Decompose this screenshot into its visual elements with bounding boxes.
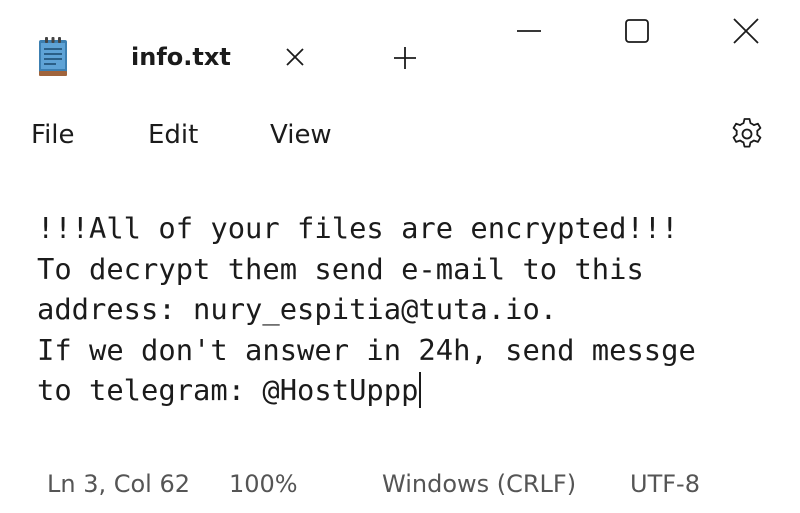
new-tab-plus-icon[interactable]	[390, 43, 420, 73]
text-line: address: nury_espitia@tuta.io.	[37, 292, 558, 326]
notepad-icon	[36, 34, 70, 78]
text-editor-area[interactable]: !!!All of your files are encrypted!!! To…	[0, 200, 800, 450]
text-line: To decrypt them send e-mail to this	[37, 251, 644, 286]
document-text[interactable]: !!!All of your files are encrypted!!! To…	[37, 208, 696, 411]
status-zoom[interactable]: 100%	[229, 468, 298, 500]
status-line-ending[interactable]: Windows (CRLF)	[382, 468, 576, 500]
menu-bar: File Edit View	[0, 110, 800, 160]
status-bar: Ln 3, Col 62 100% Windows (CRLF) UTF-8	[0, 460, 800, 508]
text-caret	[419, 372, 422, 408]
text-line: If we don't answer in 24h, send messge	[37, 332, 696, 367]
text-line: to telegram: @HostUppp	[37, 373, 419, 407]
status-cursor-position[interactable]: Ln 3, Col 62	[47, 468, 190, 500]
tab-close-icon[interactable]	[280, 42, 310, 72]
text-line: !!!All of your files are encrypted!!!	[37, 211, 679, 245]
gear-icon[interactable]	[728, 115, 766, 153]
menu-file[interactable]: File	[31, 117, 75, 153]
status-encoding[interactable]: UTF-8	[630, 468, 700, 500]
minimize-icon[interactable]	[512, 14, 546, 48]
window-close-icon[interactable]	[729, 14, 763, 48]
menu-view[interactable]: View	[270, 117, 332, 153]
tab-title[interactable]: info.txt	[131, 40, 231, 74]
title-bar: info.txt	[0, 0, 800, 96]
menu-edit[interactable]: Edit	[148, 117, 198, 153]
maximize-icon[interactable]	[620, 14, 654, 48]
notepad-window: info.txt File Edit View !!!All of your f…	[0, 0, 800, 513]
